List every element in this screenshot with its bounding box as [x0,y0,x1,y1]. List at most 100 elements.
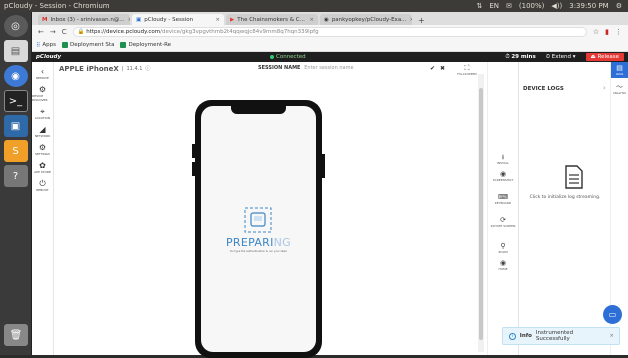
session-name-actions: ✔ ✖ [430,65,445,72]
virtualbox-icon[interactable]: ▣ [3,115,28,137]
screenshot-button[interactable]: ◉ SCREENSHOT [488,170,518,182]
rotate-screen-label: ROTATE SCREEN [490,224,516,228]
session-name-placeholder[interactable]: Enter session name [304,65,353,71]
tab-label: Inbox (3) - srinivasan.n@... [50,16,125,23]
help-icon[interactable]: ? [3,165,28,187]
app-store-button[interactable]: ✿ APP STORE [32,161,53,174]
viewport-scrollbar[interactable] [478,74,484,352]
browser-window: M Inbox (3) - srinivasan.n@... × ▣ pClou… [32,12,628,358]
confirm-icon[interactable]: ✔ [430,65,435,72]
extend-button[interactable]: ⏲ Extend ▾ [546,54,576,61]
rotate-screen-button[interactable]: ⟳ ROTATE SCREEN [488,216,518,228]
session-name-field[interactable]: SESSION NAME Enter session name [258,65,354,71]
connection-status-label: Connected [276,54,306,60]
device-name: APPLE iPhoneX [59,64,119,73]
bookmark-apps[interactable]: ⠿ Apps [36,42,56,49]
tab-label: pCloudy - Session [144,16,194,23]
analysis-chart-icon: 〜 [616,83,623,91]
settings-label: SETTINGS [35,152,50,156]
url-path: /device/gkg3vpgvthmb2t4qqwqjc84v9mm8q7hq… [160,29,319,35]
cancel-icon[interactable]: ✖ [440,65,445,72]
release-label: Release [597,54,620,60]
preparing-device-icon [244,207,272,233]
preparing-text-tail: NG [273,236,292,249]
settings-gear-icon: ⚙ [38,143,47,152]
location-button[interactable]: ⌖ LOCATION [32,107,53,120]
chromium-icon[interactable]: ◉ [3,65,28,87]
zoom-button[interactable]: ⚲ ZOOM [488,242,518,254]
init-log-streaming-link[interactable]: Click to initialize log streaming. [508,195,622,200]
session-timer: ⏱ 29 mins [505,53,536,60]
remove-label: REMOVE [36,76,49,80]
close-icon[interactable]: × [609,333,614,339]
clock[interactable]: 3:39:50 PM [569,2,608,10]
app-store-icon: ✿ [39,161,46,170]
info-icon: i [509,332,516,340]
zoom-label: ZOOM [498,250,508,254]
bookmark-deployment-re[interactable]: Deployment-Re [120,42,171,48]
os-top-bar: pCloudy - Session - Chromium ⇅ EN ✉ (100… [0,0,628,12]
files-icon[interactable]: ▤ [3,40,28,62]
install-download-icon: ⭳ [501,153,505,161]
ubuntu-launcher: ◎ ▤ ◉ >_ ▣ S ? 🗑 [0,12,32,355]
bookmark-star-icon[interactable]: ☆ [593,28,599,36]
apple-icon: | [121,65,124,72]
new-tab-button[interactable]: + [414,16,429,25]
settings-gear-icon[interactable]: ⚙ [616,2,622,10]
back-arrow-icon[interactable]: ← [38,28,44,36]
session-name-label: SESSION NAME [258,65,301,71]
reboot-button[interactable]: ⏻ REBOOT [32,179,53,192]
github-icon: ◉ [324,16,329,23]
analysis-tab[interactable]: 〜 ANALYSIS [611,83,628,95]
mail-icon[interactable]: ✉ [506,2,512,10]
session-timer-value: 29 mins [511,53,536,60]
install-button[interactable]: ⭳ INSTALL [488,153,518,165]
keyboard-layout-indicator[interactable]: EN [489,2,499,10]
close-tab-icon[interactable]: × [215,17,220,23]
terminal-icon[interactable]: >_ [3,90,28,112]
chevron-right-icon[interactable]: › [603,84,606,92]
reload-icon[interactable]: C [62,28,67,36]
logs-tab[interactable]: ▤ LOGS [611,62,628,78]
network-arrows-icon[interactable]: ⇅ [476,2,482,10]
trash-icon[interactable]: 🗑 [4,324,28,346]
close-tab-icon[interactable]: × [309,17,314,23]
chevron-left-icon: ‹ [40,67,45,76]
ubuntu-logo-icon[interactable]: ◎ [3,15,28,37]
apps-grid-icon: ⠿ [36,41,41,49]
scrollbar-thumb[interactable] [479,88,483,340]
home-label: HOME [498,267,508,271]
menu-dots-icon[interactable]: ⋮ [615,28,622,36]
network-button[interactable]: ◢ NETWORK [32,125,53,138]
close-tab-icon[interactable]: × [128,17,130,23]
tab-strip: M Inbox (3) - srinivasan.n@... × ▣ pClou… [32,12,628,25]
tab-pcloudy-session[interactable]: ▣ pCloudy - Session × [132,14,224,25]
device-discover-button[interactable]: ⚙ DEVICE DISCOVER [32,85,53,102]
bookmark-label: Apps [42,42,57,48]
device-screen[interactable]: PREPARING Do type the authentication & r… [201,106,316,352]
info-icon[interactable]: ⓘ [145,65,150,72]
pcloudy-app-bar: pCloudy Connected ⏱ 29 mins ⏲ Extend ▾ ⏏… [32,52,628,62]
device-viewport: APPLE iPhoneX | 11.4.1 ⓘ SESSION NAME En… [54,62,487,358]
volume-icon[interactable]: ◀)) [551,2,562,10]
tab-github[interactable]: ◉ pankyopkey/pCloudy-Exa... × [320,14,412,25]
sublime-icon[interactable]: S [3,140,28,162]
camera-icon: ◉ [499,170,507,178]
chat-bubble-button[interactable]: ▭ [603,305,622,324]
extension-icon[interactable]: ▮ [605,28,609,36]
remove-button[interactable]: ‹ REMOVE [32,67,53,80]
settings-button[interactable]: ⚙ SETTINGS [32,143,53,156]
bookmark-deployment-status[interactable]: Deployment Sta [62,42,114,48]
tab-youtube[interactable]: ▶ The Chainsmokers & C... × [226,14,318,25]
network-signal-icon: ◢ [39,125,46,134]
tab-gmail[interactable]: M Inbox (3) - srinivasan.n@... × [38,14,130,25]
home-button[interactable]: ◉ HOME [488,259,518,271]
forward-arrow-icon[interactable]: → [50,28,56,36]
window-title: pCloudy - Session - Chromium [4,2,110,10]
url-field[interactable]: 🔒 https://device.pcloudy.com /device/gkg… [72,27,587,37]
battery-indicator[interactable]: (100%) [519,2,544,10]
extend-label: Extend ▾ [551,53,576,60]
release-button[interactable]: ⏏ Release [585,53,624,61]
bookmark-favicon-icon [120,42,127,48]
close-tab-icon[interactable]: × [409,17,412,23]
